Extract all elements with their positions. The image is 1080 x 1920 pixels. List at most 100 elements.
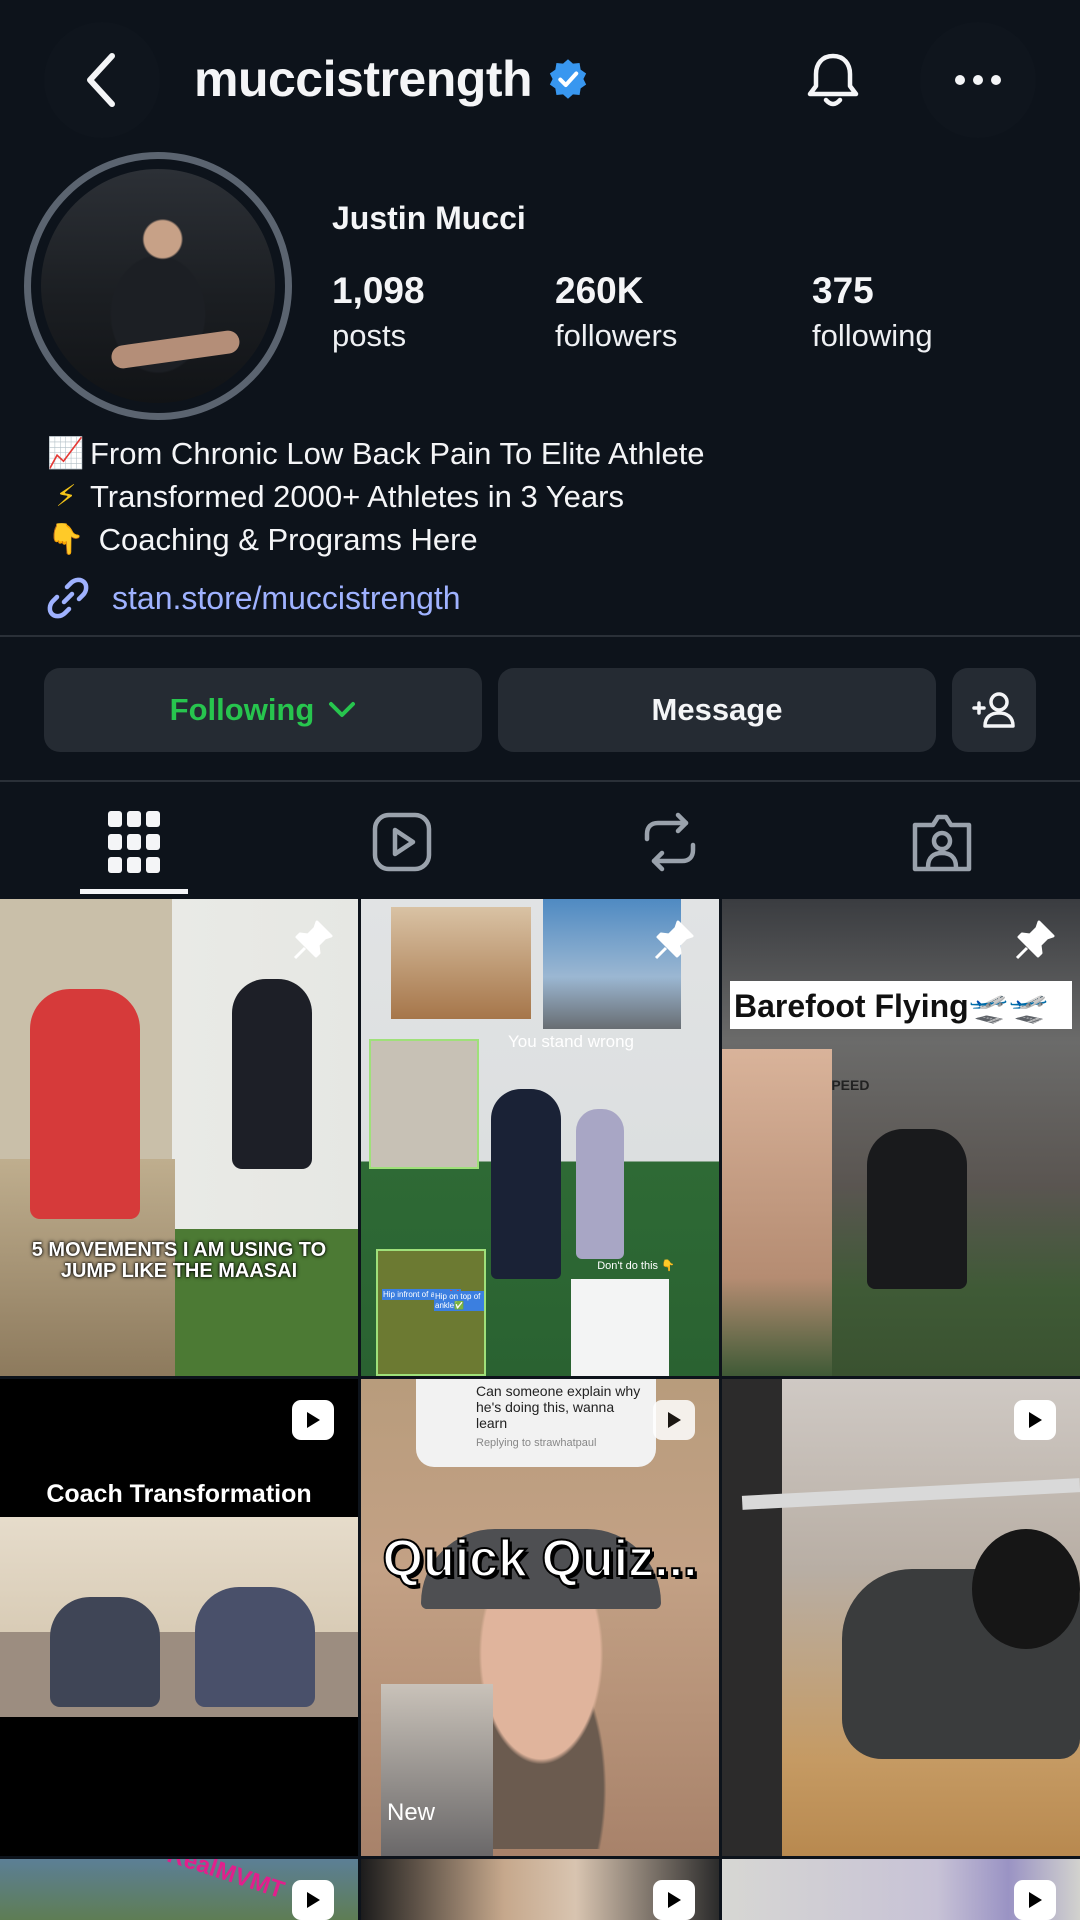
tab-reels[interactable] xyxy=(268,790,536,894)
bio: 📈 From Chronic Low Back Pain To Elite At… xyxy=(46,432,705,561)
reel-badge xyxy=(651,1397,697,1443)
repost-icon xyxy=(644,812,696,872)
reel-badge xyxy=(290,1877,336,1920)
pin-icon xyxy=(293,920,333,960)
post-tile[interactable] xyxy=(722,1379,1080,1856)
post-subcaption: Don't do this 👇 xyxy=(597,1260,675,1272)
post-inset-image xyxy=(381,1684,493,1856)
post-figure xyxy=(50,1597,160,1707)
username-wrap: muccistrength xyxy=(194,50,590,108)
chart-emoji-icon: 📈 xyxy=(47,437,85,470)
post-image xyxy=(0,1517,358,1717)
post-inset-image xyxy=(571,1279,669,1376)
link-icon xyxy=(47,577,89,619)
post-figure xyxy=(232,979,312,1169)
bio-text: Coaching & Programs Here xyxy=(90,522,478,557)
post-tile[interactable] xyxy=(722,1859,1080,1920)
username: muccistrength xyxy=(194,51,533,107)
avatar-image xyxy=(41,169,275,403)
post-rack xyxy=(722,1379,782,1856)
reels-icon xyxy=(372,812,432,872)
profile-header: muccistrength xyxy=(0,0,1080,150)
pin-badge xyxy=(1012,917,1058,963)
notifications-button[interactable] xyxy=(778,22,888,138)
message-button[interactable]: Message xyxy=(498,668,936,752)
post-figure xyxy=(867,1129,967,1289)
bio-text: From Chronic Low Back Pain To Elite Athl… xyxy=(90,436,705,471)
post-caption: Barefoot Flying🛫🛫 xyxy=(734,988,1049,1024)
link-text[interactable]: stan.store/muccistrength xyxy=(112,580,461,617)
active-tab-indicator xyxy=(80,889,188,894)
reel-badge xyxy=(1012,1397,1058,1443)
pin-badge xyxy=(290,917,336,963)
back-button[interactable] xyxy=(44,22,160,138)
stat-number: 260K xyxy=(555,270,644,311)
grid-icon xyxy=(108,811,160,873)
post-tile[interactable]: 5 MOVEMENTS I AM USING TO JUMP LIKE THE … xyxy=(0,899,358,1376)
post-figure xyxy=(491,1089,561,1279)
post-tile[interactable]: Barefoot Flying🛫🛫 SPEED xyxy=(722,899,1080,1376)
post-caption: You stand wrong xyxy=(507,1032,635,1051)
post-figure xyxy=(722,1049,832,1376)
suggested-users-button[interactable] xyxy=(952,668,1036,752)
bio-line: ⚡ Transformed 2000+ Athletes in 3 Years xyxy=(46,475,705,518)
comment-bubble: Can someone explain why he's doing this,… xyxy=(416,1379,656,1467)
pin-badge xyxy=(651,917,697,963)
post-caption: RealMVMT xyxy=(163,1859,288,1905)
post-figure xyxy=(30,989,140,1219)
more-horizontal-icon xyxy=(955,75,1001,85)
post-caption: 5 MOVEMENTS I AM USING TO JUMP LIKE THE … xyxy=(31,1239,327,1282)
post-barbell xyxy=(741,1478,1080,1510)
stat-following[interactable]: 375 following xyxy=(812,270,933,354)
pin-icon xyxy=(654,920,694,960)
divider xyxy=(0,635,1080,637)
stat-posts[interactable]: 1,098 posts xyxy=(332,270,425,354)
stat-number: 375 xyxy=(812,270,874,311)
reel-icon xyxy=(653,1880,695,1920)
reel-badge xyxy=(290,1397,336,1443)
display-name: Justin Mucci xyxy=(332,200,526,236)
post-tile[interactable]: You stand wrong Hip infront of ankle❌ Hi… xyxy=(361,899,719,1376)
post-figure xyxy=(195,1587,315,1707)
tab-tagged[interactable] xyxy=(808,790,1076,894)
tab-posts-grid[interactable] xyxy=(0,790,268,894)
reel-icon xyxy=(1014,1880,1056,1920)
bio-line: 📈 From Chronic Low Back Pain To Elite At… xyxy=(46,432,705,475)
post-inset-image xyxy=(391,907,531,1019)
reel-icon xyxy=(653,1400,695,1440)
following-button[interactable]: Following xyxy=(44,668,482,752)
reel-icon xyxy=(1014,1400,1056,1440)
post-caption: Coach Transformation xyxy=(46,1480,312,1508)
lightning-emoji-icon: ⚡ xyxy=(55,480,77,513)
post-label: Hip on top of ankle✅ xyxy=(434,1291,484,1311)
stat-label: following xyxy=(812,318,933,353)
bio-line: 👇 Coaching & Programs Here xyxy=(46,518,705,561)
post-inset-image: Hip infront of ankle❌ Hip on top of ankl… xyxy=(376,1249,486,1376)
reel-badge xyxy=(1012,1877,1058,1920)
post-tile[interactable]: Can someone explain why he's doing this,… xyxy=(361,1379,719,1856)
post-tile[interactable]: RealMVMT xyxy=(0,1859,358,1920)
post-caption: Quick Quiz... xyxy=(382,1529,699,1589)
stat-label: posts xyxy=(332,318,407,353)
divider xyxy=(0,780,1080,782)
post-new-label: New xyxy=(387,1799,436,1826)
comment-reply: Replying to strawhatpaul xyxy=(476,1437,597,1449)
post-tile[interactable] xyxy=(361,1859,719,1920)
following-label: Following xyxy=(169,692,315,727)
reel-badge xyxy=(651,1877,697,1920)
more-options-button[interactable] xyxy=(920,22,1036,138)
verified-badge-icon xyxy=(549,59,587,99)
post-plate xyxy=(972,1529,1080,1649)
tagged-icon xyxy=(912,814,972,872)
post-figure xyxy=(576,1109,624,1259)
bio-link[interactable]: stan.store/muccistrength xyxy=(44,574,461,622)
profile-avatar[interactable] xyxy=(24,152,292,420)
chevron-down-icon xyxy=(329,702,356,717)
pin-icon xyxy=(1015,920,1055,960)
tab-reposts[interactable] xyxy=(536,790,804,894)
post-tile[interactable]: Coach Transformation xyxy=(0,1379,358,1856)
stat-followers[interactable]: 260K followers xyxy=(555,270,677,354)
stat-number: 1,098 xyxy=(332,270,425,311)
bio-text: Transformed 2000+ Athletes in 3 Years xyxy=(90,479,624,514)
reel-icon xyxy=(292,1880,334,1920)
